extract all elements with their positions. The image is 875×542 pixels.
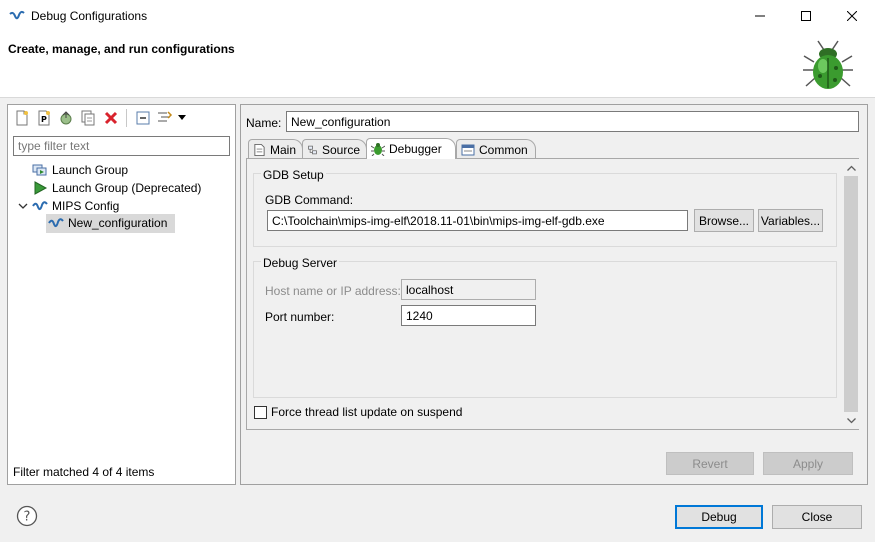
configuration-editor-panel: Name: Main Source Debugger Common GDB Se… — [240, 104, 868, 485]
help-icon[interactable]: ? — [16, 505, 38, 527]
scroll-down-button[interactable] — [843, 412, 859, 429]
tree-item-launch-group[interactable]: Launch Group — [32, 161, 128, 179]
tree-item-new-configuration[interactable]: New_configuration — [46, 214, 175, 233]
maximize-button[interactable] — [783, 0, 829, 32]
duplicate-configuration-icon[interactable] — [80, 110, 96, 126]
toolbar-separator — [126, 109, 127, 127]
scrollbar-thumb[interactable] — [844, 176, 858, 412]
gdb-command-input[interactable] — [267, 210, 688, 231]
mips-config-icon — [32, 201, 48, 211]
filter-input[interactable] — [13, 136, 230, 156]
force-thread-checkbox[interactable] — [254, 405, 267, 419]
force-thread-checkbox-row[interactable]: Force thread list update on suspend — [254, 405, 462, 419]
svg-text:?: ? — [24, 510, 31, 525]
export-configuration-icon[interactable] — [58, 110, 74, 126]
configuration-tree-panel: P Launch Group — [7, 104, 236, 485]
title-bar: Debug Configurations — [0, 0, 875, 32]
chevron-down-icon — [846, 417, 856, 423]
header-banner: Create, manage, and run configurations — [0, 32, 875, 98]
tab-label: Source — [321, 142, 360, 157]
variables-button[interactable]: Variables... — [758, 209, 823, 232]
debug-button[interactable]: Debug — [675, 505, 763, 529]
tree-toolbar: P — [8, 105, 235, 131]
tab-main[interactable]: Main — [248, 139, 303, 159]
tab-label: Common — [479, 142, 528, 157]
svg-text:P: P — [41, 115, 47, 124]
browse-button[interactable]: Browse... — [694, 209, 754, 232]
tab-label: Main — [269, 142, 296, 157]
chevron-up-icon — [846, 165, 856, 171]
banner-title: Create, manage, and run configurations — [8, 42, 235, 56]
port-label: Port number: — [265, 310, 335, 324]
filter-status: Filter matched 4 of 4 items — [13, 465, 155, 479]
tree-item-mips-config[interactable]: MIPS Config — [18, 197, 119, 215]
close-window-button[interactable] — [829, 0, 875, 32]
tree-item-label: Launch Group — [52, 163, 129, 177]
gdb-setup-title: GDB Setup — [261, 168, 326, 182]
port-input[interactable] — [401, 305, 536, 326]
tree-item-label: MIPS Config — [52, 199, 120, 213]
minimize-button[interactable] — [737, 0, 783, 32]
host-label: Host name or IP address: — [265, 284, 401, 298]
delete-configuration-icon[interactable] — [103, 110, 119, 126]
chevron-down-icon[interactable] — [178, 115, 186, 121]
debug-server-group — [253, 261, 837, 398]
tab-debugger[interactable]: Debugger — [366, 138, 456, 159]
debug-app-icon — [9, 10, 25, 20]
collapse-all-icon[interactable] — [135, 110, 151, 126]
debug-server-title: Debug Server — [261, 256, 340, 270]
new-configuration-icon[interactable] — [14, 110, 30, 126]
bug-icon — [803, 40, 853, 89]
close-icon — [847, 11, 857, 21]
tree-item-label: Launch Group (Deprecated) — [52, 181, 202, 195]
tab-label: Debugger — [389, 142, 442, 156]
minimize-icon — [755, 15, 765, 17]
chevron-down-icon[interactable] — [18, 198, 28, 214]
launch-deprecated-icon — [34, 181, 48, 195]
new-prototype-icon[interactable]: P — [36, 110, 52, 126]
tab-source[interactable]: Source — [302, 139, 367, 159]
source-tab-icon — [308, 145, 317, 154]
host-input[interactable] — [401, 279, 536, 300]
scroll-up-button[interactable] — [843, 159, 859, 176]
debugger-tab-content: GDB Setup GDB Command: Browse... Variabl… — [246, 158, 859, 430]
vertical-scrollbar[interactable] — [843, 159, 859, 429]
tab-common[interactable]: Common — [456, 139, 536, 159]
main-tab-icon — [254, 143, 265, 156]
launch-group-icon — [32, 164, 47, 176]
gdb-command-label: GDB Command: — [265, 193, 354, 207]
tree-item-label: New_configuration — [68, 216, 168, 230]
tree-item-launch-group-deprecated[interactable]: Launch Group (Deprecated) — [32, 179, 201, 197]
maximize-icon — [801, 11, 811, 21]
window-title: Debug Configurations — [31, 9, 148, 23]
name-label: Name: — [246, 116, 282, 130]
mips-configuration-icon — [48, 218, 64, 228]
apply-button[interactable]: Apply — [763, 452, 853, 475]
filter-configurations-icon[interactable] — [157, 110, 173, 126]
force-thread-label: Force thread list update on suspend — [271, 405, 463, 419]
revert-button[interactable]: Revert — [666, 452, 754, 475]
debugger-tab-icon — [371, 143, 385, 156]
close-button[interactable]: Close — [772, 505, 862, 529]
name-input[interactable] — [286, 111, 859, 132]
common-tab-icon — [461, 144, 475, 155]
